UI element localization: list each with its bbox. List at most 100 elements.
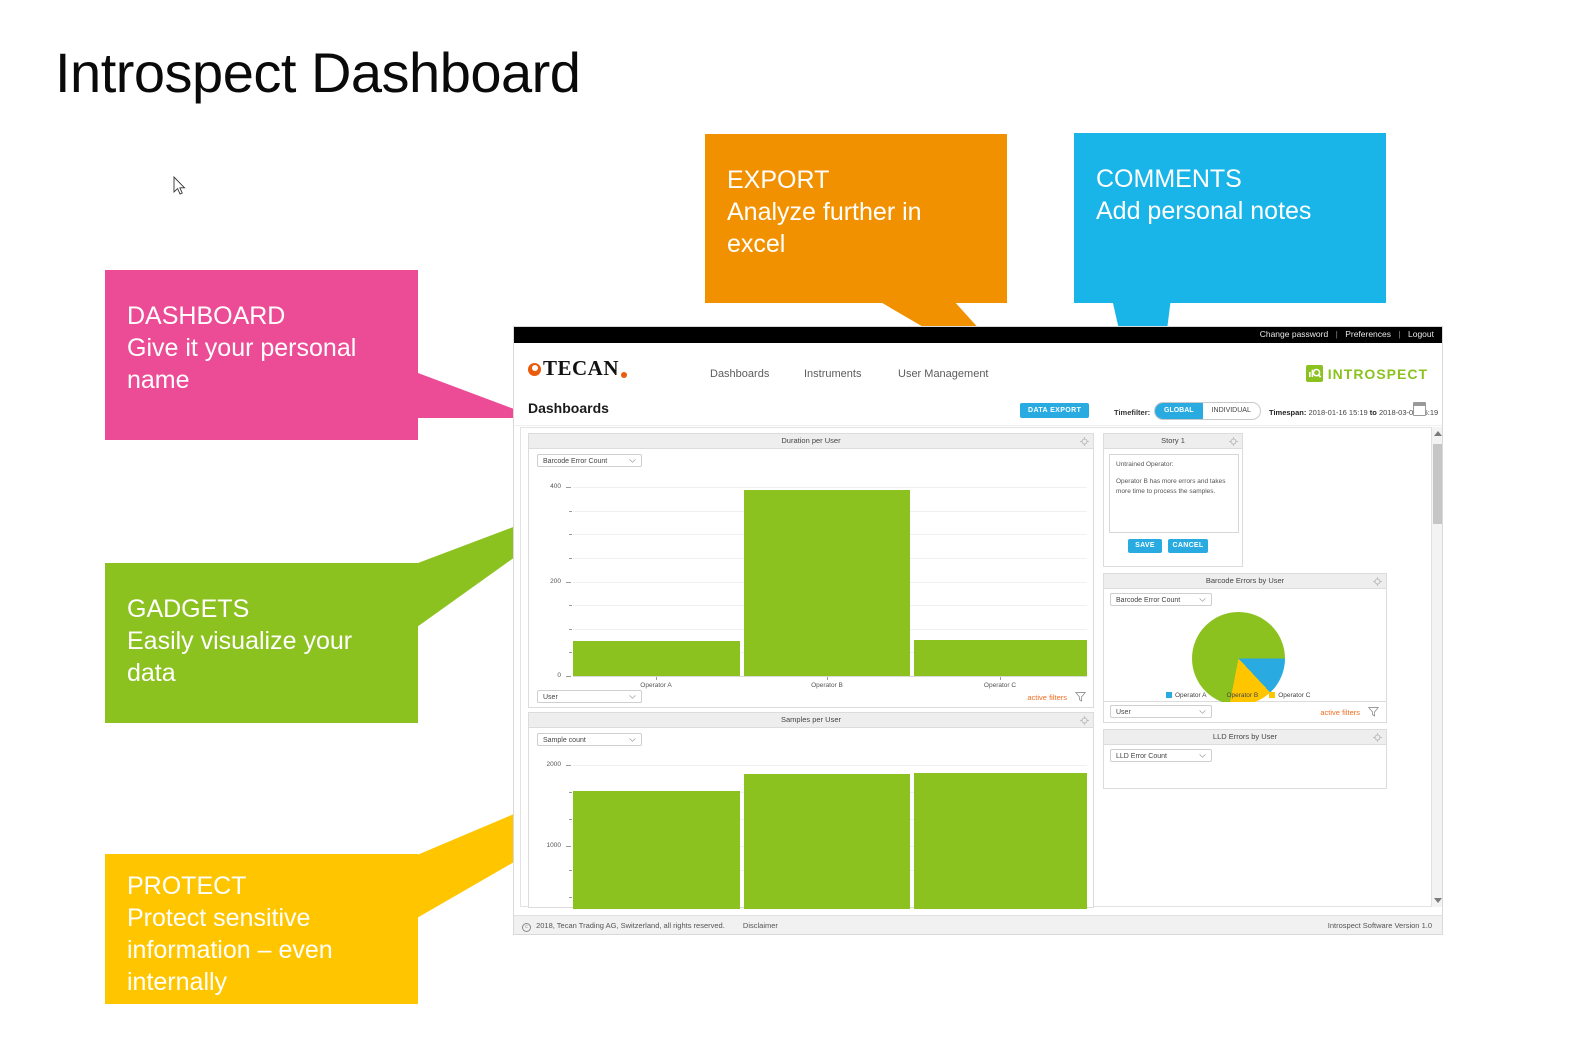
- duration-active-filters-label[interactable]: active filters: [1027, 693, 1067, 702]
- y-tick-label-400: 400: [550, 483, 561, 490]
- barcode-metric-select[interactable]: Barcode Error Count: [1110, 593, 1212, 606]
- callout-comments-head: COMMENTS: [1096, 165, 1242, 193]
- gear-icon[interactable]: [1229, 436, 1238, 446]
- nav-item-dashboards[interactable]: Dashboards: [710, 368, 769, 380]
- lld-metric-select[interactable]: LLD Error Count: [1110, 749, 1212, 762]
- tecan-mark-icon: [528, 363, 541, 376]
- chevron-down-icon: [629, 459, 636, 463]
- timespan-label: Timespan:: [1269, 408, 1307, 417]
- story-save-button[interactable]: SAVE: [1128, 539, 1162, 553]
- chevron-down-icon: [1199, 598, 1206, 602]
- duration-metric-select[interactable]: Barcode Error Count: [537, 454, 642, 467]
- timefilter-toggle-group[interactable]: GLOBAL INDIVIDUAL: [1154, 402, 1261, 420]
- legend-item-operator-b: Operator B: [1217, 692, 1258, 699]
- y-tick-label-200: 200: [550, 578, 561, 585]
- timefilter-toggle-individual[interactable]: INDIVIDUAL: [1203, 403, 1260, 419]
- app-subbar: Dashboards DATA EXPORT Timefilter: GLOBA…: [514, 393, 1442, 426]
- timespan-to-label: to: [1369, 408, 1377, 417]
- callout-export: EXPORT Analyze further in excel: [705, 134, 1007, 303]
- story-note-title: Untrained Operator:: [1116, 461, 1174, 468]
- samples-metric-value: Sample count: [543, 736, 586, 744]
- barcode-active-filters-label[interactable]: active filters: [1320, 708, 1360, 717]
- tecan-wordmark: TECAN: [543, 356, 620, 380]
- topbar-separator-2: |: [1398, 329, 1401, 339]
- data-export-button[interactable]: DATA EXPORT: [1020, 403, 1090, 418]
- barcode-group-value: User: [1116, 708, 1131, 716]
- dashboard-canvas: Duration per User Barcode Error Count 40…: [520, 427, 1438, 909]
- callout-dashboard-head: DASHBOARD: [127, 302, 286, 330]
- barcode-group-select[interactable]: User: [1110, 705, 1212, 718]
- tecan-dot-icon: [621, 372, 628, 378]
- topbar-separator-1: |: [1335, 329, 1338, 339]
- app-topbar: Change password | Preferences | Logout: [514, 327, 1442, 343]
- app-footer: c 2018, Tecan Trading AG, Switzerland, a…: [514, 915, 1442, 934]
- preferences-link[interactable]: Preferences: [1345, 329, 1391, 339]
- footer-disclaimer-link[interactable]: Disclaimer: [743, 921, 778, 930]
- footer-copyright: c 2018, Tecan Trading AG, Switzerland, a…: [522, 921, 778, 932]
- bar-operator-a[interactable]: [573, 641, 740, 676]
- scroll-up-arrow-icon[interactable]: [1434, 431, 1442, 436]
- gear-icon[interactable]: [1373, 732, 1382, 742]
- logout-link[interactable]: Logout: [1408, 329, 1434, 339]
- introspect-app-window: Change password | Preferences | Logout T…: [513, 326, 1443, 935]
- gadget-duration-per-user: Duration per User Barcode Error Count 40…: [528, 433, 1094, 708]
- gadget-story-header: Story 1: [1104, 434, 1242, 449]
- chevron-down-icon: [1199, 754, 1206, 758]
- duration-group-select[interactable]: User: [537, 690, 642, 703]
- chevron-down-icon: [629, 738, 636, 742]
- calendar-icon[interactable]: [1413, 402, 1426, 416]
- gadget-barcode-errors-by-user: Barcode Errors by User Barcode Error Cou…: [1103, 573, 1387, 705]
- mouse-cursor-icon: [173, 176, 186, 195]
- duration-metric-value: Barcode Error Count: [543, 457, 608, 465]
- filter-funnel-icon[interactable]: [1075, 691, 1086, 702]
- timespan-from: 2018-01-16 15:19: [1308, 408, 1368, 417]
- page-title: Introspect Dashboard: [55, 41, 581, 104]
- callout-gadgets-head: GADGETS: [127, 595, 250, 623]
- change-password-link[interactable]: Change password: [1260, 329, 1329, 339]
- gadget-story-1: Story 1 Untrained Operator: Operator B h…: [1103, 433, 1243, 567]
- story-note-textarea[interactable]: Untrained Operator: Operator B has more …: [1109, 454, 1239, 533]
- gadget-barcode-header: Barcode Errors by User: [1104, 574, 1386, 589]
- gadget-lld-errors-by-user: LLD Errors by User LLD Error Count: [1103, 729, 1387, 789]
- gadget-samples-title: Samples per User: [780, 715, 842, 724]
- y-tick-label-0: 0: [557, 672, 561, 679]
- gadget-duration-header: Duration per User: [529, 434, 1093, 449]
- gadget-story-title: Story 1: [1161, 436, 1185, 445]
- gear-icon[interactable]: [1080, 436, 1089, 446]
- bar-operator-a[interactable]: [573, 791, 740, 909]
- x-tick-label-operator-b: Operator B: [811, 682, 843, 689]
- introspect-wordmark: INTROSPECT: [1327, 365, 1428, 382]
- bar-operator-c[interactable]: [914, 640, 1087, 676]
- legend-item-operator-a: Operator A: [1166, 692, 1206, 699]
- scroll-down-arrow-icon[interactable]: [1434, 898, 1442, 903]
- bar-operator-b[interactable]: [744, 490, 910, 676]
- story-cancel-button[interactable]: CANCEL: [1168, 539, 1208, 553]
- chevron-down-icon: [1199, 710, 1206, 714]
- legend-item-operator-c: Operator C: [1269, 692, 1310, 699]
- nav-item-user-management[interactable]: User Management: [898, 368, 989, 380]
- app-header: TECAN Dashboards Instruments User Manage…: [514, 343, 1442, 394]
- canvas-scrollbar[interactable]: [1431, 427, 1442, 907]
- scrollbar-thumb[interactable]: [1433, 444, 1442, 524]
- callout-dashboard-sub: Give it your personal name: [127, 334, 357, 394]
- gear-icon[interactable]: [1080, 715, 1089, 725]
- timefilter-label: Timefilter:: [1114, 408, 1151, 417]
- samples-metric-select[interactable]: Sample count: [537, 733, 642, 746]
- gear-icon[interactable]: [1373, 576, 1382, 586]
- dashboards-page-heading: Dashboards: [528, 400, 609, 416]
- gadget-samples-header: Samples per User: [529, 713, 1093, 728]
- duration-group-value: User: [543, 693, 558, 701]
- introspect-logo: INTROSPECT: [1305, 365, 1428, 382]
- nav-item-instruments[interactable]: Instruments: [804, 368, 861, 380]
- timefilter-toggle-global[interactable]: GLOBAL: [1155, 403, 1203, 419]
- callout-export-head: EXPORT: [727, 166, 830, 194]
- callout-protect-sub: Protect sensitive information – even int…: [127, 904, 333, 996]
- barcode-metric-value: Barcode Error Count: [1116, 596, 1181, 604]
- bar-operator-c[interactable]: [914, 773, 1087, 909]
- bar-operator-b[interactable]: [744, 774, 910, 909]
- topbar-links: Change password | Preferences | Logout: [1260, 329, 1434, 339]
- y-tick-label-1000: 1000: [546, 842, 561, 849]
- samples-bar-chart: 2000 1000: [529, 749, 1095, 909]
- story-note-body: Operator B has more errors and takes mor…: [1116, 478, 1226, 496]
- filter-funnel-icon[interactable]: [1368, 706, 1379, 717]
